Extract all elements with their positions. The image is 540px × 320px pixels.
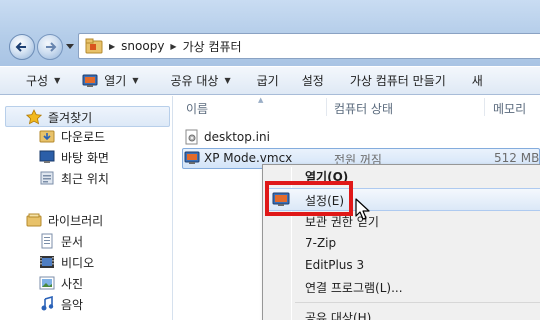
star-icon: [26, 109, 42, 125]
back-arrow-icon: [15, 42, 26, 52]
window-titlebar: ▶ snoopy ▶ 가상 컴퓨터: [0, 0, 540, 66]
nav-label-pictures: 사진: [61, 276, 84, 291]
new-folder-button[interactable]: 새: [463, 70, 492, 92]
settings-button[interactable]: 설정: [293, 70, 333, 92]
nav-label-desktop: 바탕 화면: [61, 150, 109, 165]
nav-item-favorites[interactable]: 즐겨찾기: [26, 107, 92, 127]
library-icon: [26, 213, 42, 227]
column-divider[interactable]: [326, 98, 327, 116]
column-divider[interactable]: [484, 98, 485, 116]
nav-label-documents: 문서: [61, 234, 84, 249]
menu-item-open-with[interactable]: 연결 프로그램(L)...: [305, 276, 403, 298]
organize-button[interactable]: 구성 ▼: [18, 70, 69, 92]
file-row-desktop-ini[interactable]: desktop.ini: [184, 127, 270, 147]
nav-label-favorites: 즐겨찾기: [48, 110, 93, 125]
videos-icon: [40, 256, 54, 268]
file-memory: 512 MB: [494, 151, 540, 165]
breadcrumb-item-snoopy[interactable]: snoopy: [121, 39, 164, 53]
nav-label-libraries: 라이브러리: [48, 213, 104, 228]
file-name: desktop.ini: [204, 130, 270, 144]
nav-item-pictures[interactable]: 사진: [39, 273, 83, 293]
vm-icon: [184, 151, 200, 164]
breadcrumb-item-vm[interactable]: 가상 컴퓨터: [183, 38, 242, 55]
command-bar: 구성 ▼ 열기 ▼ 공유 대상 ▼ 굽기 설정 가상 컴퓨터 만들기 새: [0, 66, 540, 95]
burn-label: 굽기: [256, 74, 279, 88]
burn-button[interactable]: 굽기: [248, 70, 288, 92]
nav-label-videos: 비디오: [61, 255, 95, 270]
forward-arrow-icon: [46, 42, 57, 52]
forward-button[interactable]: [37, 34, 63, 60]
menu-item-7zip[interactable]: 7-Zip: [305, 232, 336, 254]
chevron-down-icon: ▼: [54, 76, 61, 85]
pictures-icon: [39, 276, 55, 290]
column-header-name[interactable]: 이름: [186, 100, 208, 117]
sort-indicator-icon: ▲: [258, 96, 264, 104]
breadcrumb: ▶ snoopy ▶ 가상 컴퓨터: [103, 38, 242, 55]
share-button[interactable]: 공유 대상 ▼: [162, 70, 240, 92]
open-button[interactable]: 열기 ▼: [73, 70, 147, 92]
nav-item-desktop[interactable]: 바탕 화면: [39, 147, 109, 167]
nav-item-music[interactable]: 음악: [39, 294, 83, 314]
breadcrumb-arrow-icon[interactable]: ▶: [170, 42, 176, 51]
settings-label: 설정: [301, 74, 324, 88]
documents-icon: [41, 233, 53, 249]
create-vm-label: 가상 컴퓨터 만들기: [349, 74, 446, 88]
highlight-annotation-box: [265, 181, 353, 216]
create-vm-button[interactable]: 가상 컴퓨터 만들기: [341, 70, 455, 92]
chevron-down-icon: ▼: [132, 76, 139, 85]
folder-icon: [85, 38, 103, 54]
recent-pages-dropdown[interactable]: [66, 44, 74, 50]
column-header-memory[interactable]: 메모리: [493, 100, 526, 117]
breadcrumb-arrow-icon[interactable]: ▶: [109, 42, 115, 51]
organize-label: 구성: [26, 74, 49, 88]
menu-item-editplus[interactable]: EditPlus 3: [305, 254, 364, 276]
nav-item-recent[interactable]: 최근 위치: [39, 168, 109, 188]
address-bar[interactable]: ▶ snoopy ▶ 가상 컴퓨터: [78, 33, 540, 59]
music-icon: [41, 296, 54, 311]
column-header-status[interactable]: 컴퓨터 상태: [334, 100, 393, 117]
nav-label-music: 음악: [61, 297, 84, 312]
chevron-down-icon: ▼: [224, 76, 231, 85]
new-folder-label: 새: [471, 74, 483, 88]
nav-label-recent: 최근 위치: [61, 171, 109, 186]
open-label: 열기: [104, 74, 127, 88]
desktop-icon: [39, 150, 55, 163]
nav-item-downloads[interactable]: 다운로드: [39, 126, 105, 146]
nav-item-libraries[interactable]: 라이브러리: [26, 210, 103, 230]
menu-item-share-with[interactable]: 공유 대상(H): [305, 306, 371, 320]
nav-label-downloads: 다운로드: [61, 129, 106, 144]
recent-places-icon: [40, 171, 54, 185]
nav-item-documents[interactable]: 문서: [39, 231, 83, 251]
navigation-pane: 즐겨찾기 다운로드 바탕 화면 최근 위치 라이브러리 문서 비디오 사진 음악: [0, 96, 173, 320]
mouse-cursor-icon: [355, 198, 370, 220]
vm-icon: [82, 74, 98, 87]
file-name: XP Mode.vmcx: [204, 151, 293, 165]
share-label: 공유 대상: [170, 74, 219, 88]
settings-file-icon: [185, 129, 198, 145]
nav-item-videos[interactable]: 비디오: [39, 252, 94, 272]
downloads-folder-icon: [39, 130, 55, 143]
back-button[interactable]: [9, 34, 35, 60]
menu-separator: [295, 302, 540, 303]
